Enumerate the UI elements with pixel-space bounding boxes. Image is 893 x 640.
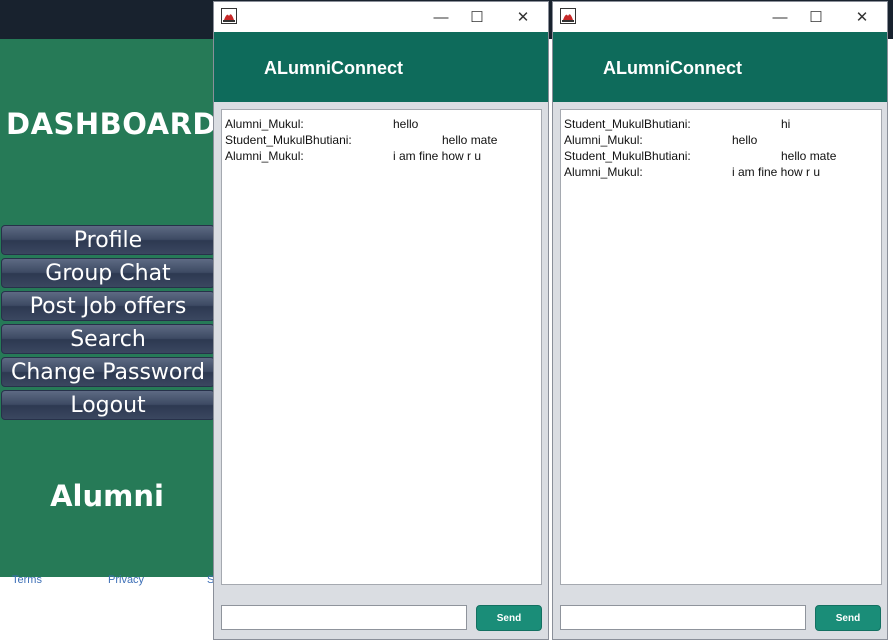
message-text: hello mate <box>442 133 498 147</box>
nav-change-password-button[interactable]: Change Password <box>1 357 215 387</box>
message-input[interactable] <box>560 605 806 630</box>
chat-window-1: — ☐ ✕ ALumniConnect Alumni_Mukul: hello … <box>213 1 549 640</box>
message-text: hello <box>732 133 758 147</box>
message-sender: Alumni_Mukul: <box>225 117 304 131</box>
app-header: ALumniConnect <box>553 32 887 102</box>
nav-profile-button[interactable]: Profile <box>1 225 215 255</box>
app-title: ALumniConnect <box>264 58 403 78</box>
nav-group-chat-button[interactable]: Group Chat <box>1 258 215 288</box>
nav-search-button[interactable]: Search <box>1 324 215 354</box>
message-sender: Student_MukulBhutiani: <box>564 117 691 131</box>
message-text: hello mate <box>781 149 837 163</box>
maximize-icon[interactable]: ☐ <box>801 6 831 28</box>
message-sender: Student_MukulBhutiani: <box>225 133 352 147</box>
chat-messages-area[interactable]: Student_MukulBhutiani: hi Alumni_Mukul: … <box>560 109 882 585</box>
nav-post-job-offers-button[interactable]: Post Job offers <box>1 291 215 321</box>
message-sender: Alumni_Mukul: <box>225 149 304 163</box>
window-titlebar[interactable]: — ☐ ✕ <box>553 2 887 32</box>
message-input[interactable] <box>221 605 467 630</box>
maximize-icon[interactable]: ☐ <box>462 6 492 28</box>
nav-logout-button[interactable]: Logout <box>1 390 215 420</box>
java-app-icon <box>221 8 237 24</box>
message-sender: Student_MukulBhutiani: <box>564 149 691 163</box>
close-icon[interactable]: ✕ <box>508 6 538 28</box>
dashboard-title: DASHBOARD <box>6 107 217 141</box>
message-text: i am fine how r u <box>732 165 821 179</box>
java-app-icon <box>560 8 576 24</box>
footer-privacy-link[interactable]: Privacy <box>108 574 144 586</box>
send-button[interactable]: Send <box>815 605 881 631</box>
send-button[interactable]: Send <box>476 605 542 631</box>
user-role-label: Alumni <box>50 479 164 513</box>
minimize-icon[interactable]: — <box>426 6 456 28</box>
window-titlebar[interactable]: — ☐ ✕ <box>214 2 548 32</box>
chat-window-2: — ☐ ✕ ALumniConnect Student_MukulBhutian… <box>552 1 888 640</box>
footer-terms-link[interactable]: Terms <box>12 574 42 586</box>
chat-messages-area[interactable]: Alumni_Mukul: hello Student_MukulBhutian… <box>221 109 542 585</box>
close-icon[interactable]: ✕ <box>847 6 877 28</box>
message-text: hello <box>393 117 419 131</box>
message-sender: Alumni_Mukul: <box>564 165 643 179</box>
minimize-icon[interactable]: — <box>765 6 795 28</box>
app-header: ALumniConnect <box>214 32 548 102</box>
message-sender: Alumni_Mukul: <box>564 133 643 147</box>
dashboard-panel: DASHBOARD Profile Group Chat Post Job of… <box>0 39 217 577</box>
message-text: i am fine how r u <box>393 149 482 163</box>
message-text: hi <box>781 117 791 131</box>
app-title: ALumniConnect <box>603 58 742 78</box>
